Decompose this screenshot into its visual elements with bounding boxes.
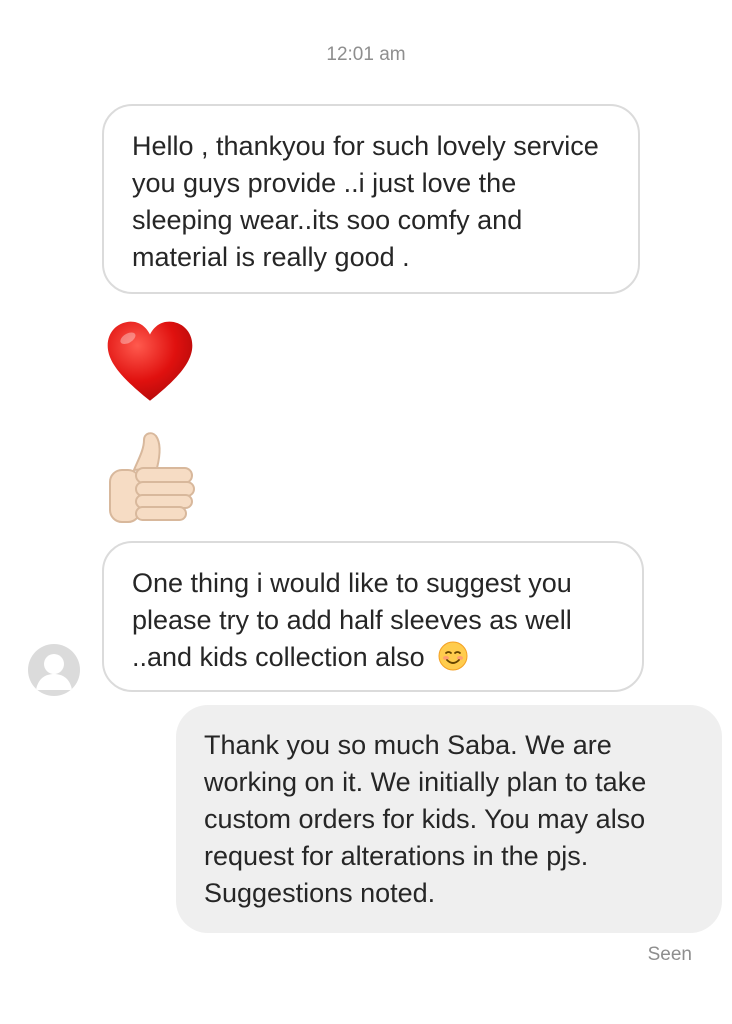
smiling-face-icon	[438, 641, 468, 671]
message-text: One thing i would like to suggest you pl…	[132, 568, 572, 672]
avatar[interactable]	[28, 644, 80, 696]
seen-status: Seen	[647, 944, 692, 965]
outgoing-message[interactable]: Thank you so much Saba. We are working o…	[176, 705, 722, 933]
incoming-message[interactable]: Hello , thankyou for such lovely service…	[102, 104, 640, 294]
thumbs-up-icon[interactable]	[104, 430, 198, 528]
message-text: Hello , thankyou for such lovely service…	[132, 131, 599, 272]
message-timestamp: 12:01 am	[326, 44, 406, 65]
red-heart-icon[interactable]	[104, 318, 196, 410]
message-text: Thank you so much Saba. We are working o…	[204, 730, 647, 908]
incoming-message[interactable]: One thing i would like to suggest you pl…	[102, 541, 644, 692]
